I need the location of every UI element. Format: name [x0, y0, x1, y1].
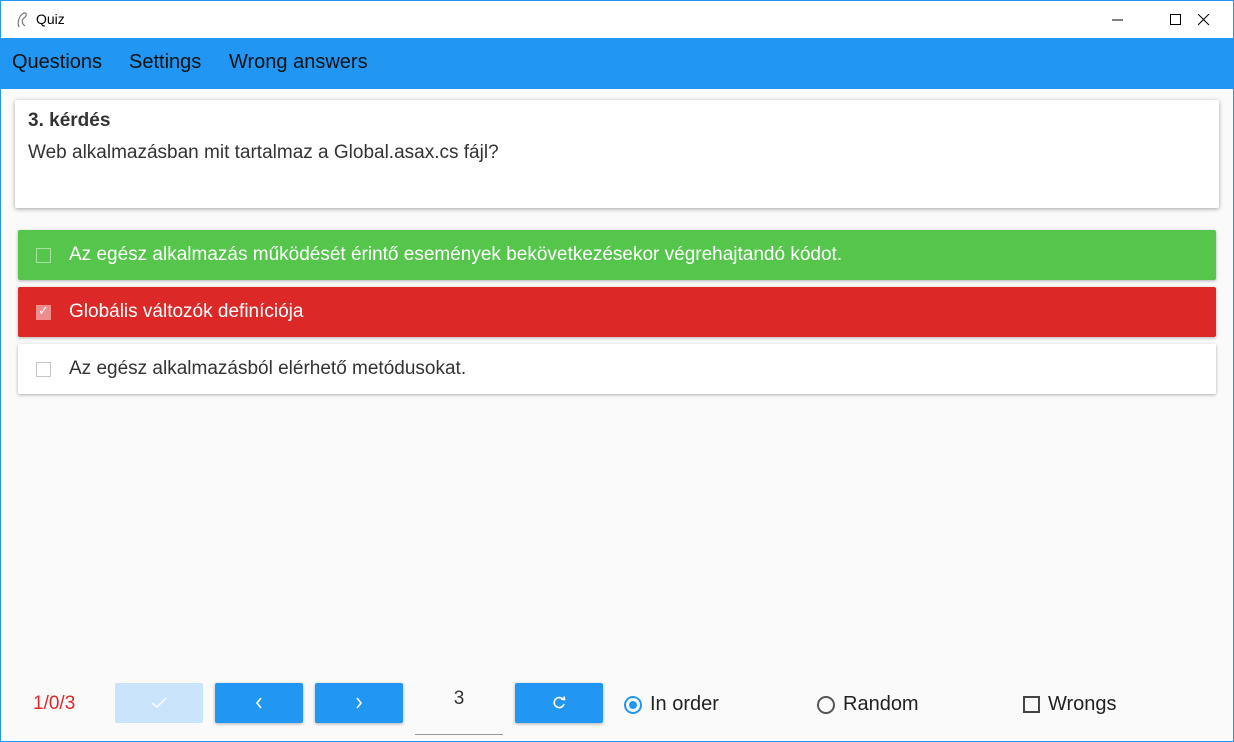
- score-counter: 1/0/3: [33, 693, 76, 714]
- reload-button[interactable]: [515, 683, 603, 723]
- menu-item-wrong-answers[interactable]: Wrong answers: [229, 51, 368, 74]
- window-title: Quiz: [36, 11, 65, 27]
- check-icon: ✓: [38, 303, 49, 318]
- question-text: Web alkalmazásban mit tartalmaz a Global…: [28, 142, 499, 163]
- quiz-app-icon: [17, 12, 27, 28]
- radio-button[interactable]: [624, 695, 642, 714]
- menu-item-questions[interactable]: Questions: [12, 51, 102, 74]
- close-icon: [1198, 13, 1210, 25]
- question-card: 3. kérdés Web alkalmazásban mit tartalma…: [15, 100, 1219, 208]
- next-question-button[interactable]: [315, 683, 403, 723]
- chevron-left-icon: [255, 697, 262, 709]
- previous-question-button[interactable]: [215, 683, 303, 723]
- wrongs-checkbox[interactable]: Wrongs: [1023, 693, 1117, 716]
- answer-text: Globális változók definíciója: [69, 301, 304, 322]
- answer-option-2[interactable]: ✓ Globális változók definíciója: [18, 287, 1216, 337]
- answer-text: Az egész alkalmazás működését érintő ese…: [69, 244, 843, 265]
- answer-option-1[interactable]: Az egész alkalmazás működését érintő ese…: [18, 230, 1216, 280]
- quiz-window: Quiz Questions Settings Wrong answers 3.…: [0, 0, 1234, 742]
- answer-checkbox[interactable]: ✓: [36, 303, 51, 320]
- menu-bar: Questions Settings Wrong answers: [1, 38, 1233, 89]
- in-order-label: In order: [650, 693, 719, 715]
- reload-icon: [553, 696, 566, 709]
- random-radio[interactable]: Random: [817, 693, 919, 716]
- check-icon: [151, 697, 167, 709]
- menu-item-settings[interactable]: Settings: [129, 51, 201, 74]
- title-bar: Quiz: [1, 1, 1233, 38]
- minimize-button[interactable]: [1089, 1, 1147, 38]
- answer-checkbox[interactable]: [36, 248, 51, 263]
- wrongs-label: Wrongs: [1048, 693, 1117, 715]
- close-button[interactable]: [1175, 1, 1233, 38]
- question-number-input[interactable]: [415, 683, 503, 735]
- answer-option-3[interactable]: Az egész alkalmazásból elérhető metóduso…: [18, 344, 1216, 394]
- checkbox-box[interactable]: [1023, 696, 1040, 713]
- in-order-radio[interactable]: In order: [624, 693, 719, 716]
- minimize-icon: [1112, 19, 1123, 20]
- answer-text: Az egész alkalmazásból elérhető metóduso…: [69, 358, 467, 379]
- random-label: Random: [843, 693, 919, 715]
- answer-checkbox[interactable]: [36, 362, 51, 377]
- check-answer-button[interactable]: [115, 683, 203, 723]
- radio-button[interactable]: [817, 695, 835, 714]
- question-number: 3. kérdés: [28, 110, 111, 131]
- chevron-right-icon: [356, 697, 363, 709]
